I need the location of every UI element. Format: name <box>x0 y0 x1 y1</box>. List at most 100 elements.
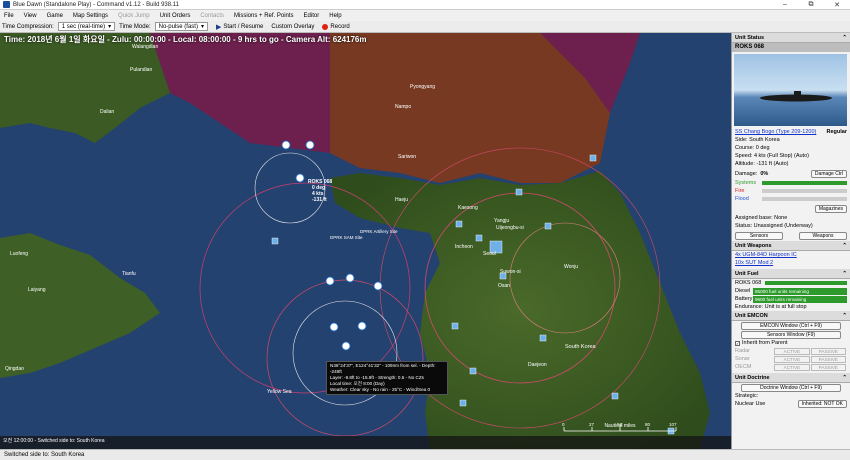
facility-marker[interactable] <box>544 222 552 230</box>
maximize-button[interactable]: ⧉ <box>798 1 824 9</box>
side-row: Side: South Korea <box>735 137 780 143</box>
facility-marker[interactable] <box>271 237 279 245</box>
unit-marker[interactable] <box>357 321 367 331</box>
close-button[interactable]: ✕ <box>824 1 850 9</box>
menu-file[interactable]: File <box>4 13 14 19</box>
facility-marker[interactable] <box>455 220 463 228</box>
fire-label: Fire <box>735 188 745 194</box>
facility-marker[interactable] <box>515 188 523 196</box>
weapons-button[interactable]: Weapons <box>799 231 847 240</box>
facility-marker[interactable] <box>539 334 547 342</box>
unit-marker[interactable] <box>281 140 291 150</box>
custom-overlay-label: Custom Overlay <box>271 23 315 30</box>
diesel-label: Diesel <box>735 288 751 294</box>
unit-status-panel: Unit Status ⌃ ROKS 068 SS Chang Bogo (Ty… <box>731 33 850 449</box>
collapse-icon[interactable]: ⌃ <box>842 243 847 249</box>
window-title: Blue Dawn (Standalone Play) - Command v1… <box>13 1 179 8</box>
map-label-kaesong: Kaesong <box>458 205 478 211</box>
record-button[interactable]: Record <box>322 23 350 30</box>
message-log: 오전 12:00:00 - Switched side to: South Ko… <box>0 436 731 449</box>
unit-marker[interactable] <box>373 281 383 291</box>
emcon-passive[interactable]: PASSIVE <box>810 355 847 363</box>
unit-marker[interactable] <box>325 276 335 286</box>
weapon-link[interactable]: 10x SUT Mod 2 <box>735 260 773 266</box>
map-label-luofeng: Luofeng <box>10 251 28 257</box>
toolbar: Time Compression: 1 sec (real-time) ▾ Ti… <box>0 21 850 33</box>
section-unit-fuel[interactable]: Unit Fuel ⌃ <box>732 269 850 279</box>
inherit-checkbox[interactable]: ✓ <box>735 340 740 346</box>
facility-marker[interactable] <box>459 399 467 407</box>
section-unit-emcon[interactable]: Unit EMCON ⌃ <box>732 311 850 321</box>
magazines-button[interactable]: Magazines <box>814 204 847 213</box>
app-icon <box>3 1 10 8</box>
collapse-icon[interactable]: ⌃ <box>842 375 847 381</box>
menu-editor[interactable]: Editor <box>304 13 320 19</box>
sensors-button[interactable]: Sensors <box>735 231 783 240</box>
time-mode-select[interactable]: No-pulse (fast) ▾ <box>154 22 208 31</box>
submarine-image <box>760 91 832 102</box>
section-unit-status[interactable]: Unit Status ⌃ <box>732 33 850 43</box>
fuel-unit: ROKS 068 <box>735 280 762 286</box>
menu-map-settings[interactable]: Map Settings <box>73 13 108 19</box>
map-label-yellow-sea: Yellow Sea <box>267 389 292 395</box>
menu-unit-orders[interactable]: Unit Orders <box>160 13 191 19</box>
map-label-uijeongbu: Uijeongbu-si <box>496 225 524 231</box>
emcon-passive[interactable]: PASSIVE <box>810 347 847 355</box>
custom-overlay-button[interactable]: Custom Overlay <box>271 24 314 30</box>
sensors-window-button[interactable]: Sensors Window (F9) <box>741 330 841 339</box>
menu-game[interactable]: Game <box>47 13 63 19</box>
unit-marker[interactable] <box>305 140 315 150</box>
damage-ctrl-button[interactable]: Damage Ctrl <box>810 169 847 178</box>
time-compression-select[interactable]: 1 sec (real-time) ▾ <box>57 22 116 31</box>
emcon-window-button[interactable]: EMCON Window (Ctrl + F9) <box>741 321 841 330</box>
strategic-label: Strategic: <box>735 393 759 399</box>
menu-quick-jump[interactable]: Quick Jump <box>118 13 150 19</box>
collapse-icon[interactable]: ⌃ <box>842 271 847 277</box>
menu-missions[interactable]: Missions + Ref. Points <box>234 13 294 19</box>
facility-marker[interactable] <box>475 234 483 242</box>
map-label-qingdao: Qingdao <box>5 366 24 372</box>
fire-bar <box>762 189 847 193</box>
menu-contacts[interactable]: Contacts <box>200 13 224 19</box>
section-unit-doctrine[interactable]: Unit Doctrine ⌃ <box>732 373 850 383</box>
time-readout: Time: 2018년 6월 1일 화요일 - Zulu: 00:00:00 -… <box>4 35 367 44</box>
collapse-icon[interactable]: ⌃ <box>842 35 847 41</box>
tooltip-line: Weather: Clear sky - No rain - 25°C - Wi… <box>330 387 431 392</box>
battery-row: Battery 9600 fuel units remaining <box>732 295 850 303</box>
doctrine-window-button[interactable]: Doctrine Window (Ctrl + F9) <box>741 383 841 392</box>
collapse-icon[interactable]: ⌃ <box>842 313 847 319</box>
menu-help[interactable]: Help <box>329 13 341 19</box>
minimize-button[interactable]: – <box>772 1 798 9</box>
fuel-unit-row: ROKS 068 <box>732 279 850 287</box>
map-label-sariwon: Sariwon <box>398 154 416 160</box>
nuclear-value[interactable]: Inherited: NOT OK <box>797 400 847 408</box>
menu-view[interactable]: View <box>24 13 37 19</box>
emcon-active[interactable]: ACTIVE <box>774 347 810 355</box>
weapon-link[interactable]: 4x UGM-84D Harpoon IC <box>735 252 797 258</box>
tactical-map[interactable]: Walangdian Pulandian Dalian Pyongyang Na… <box>0 33 731 449</box>
sensors-window-row: Sensors Window (F9) <box>732 330 850 339</box>
emcon-active[interactable]: ACTIVE <box>774 355 810 363</box>
facility-marker[interactable] <box>611 392 619 400</box>
scale-bar: 0 27 53 80 107 <box>562 423 677 432</box>
start-resume-button[interactable]: ▶ Start / Resume <box>216 23 263 31</box>
record-label: Record <box>330 23 350 30</box>
systems-bar-fill <box>762 181 847 185</box>
endurance-row: Endurance: Unit is at full stop <box>735 304 807 310</box>
class-link[interactable]: SS Chang Bogo (Type 209-1200) <box>735 129 816 135</box>
emcon-active[interactable]: ACTIVE <box>774 363 810 371</box>
scale-tick: 53 <box>617 423 623 427</box>
unit-marker[interactable] <box>329 322 339 332</box>
assigned-base: Assigned base: None <box>735 215 788 221</box>
section-title: Unit Status <box>735 34 765 41</box>
inherit-label: Inherit from Parent <box>742 340 788 346</box>
facility-marker[interactable] <box>451 322 459 330</box>
selected-unit-marker[interactable] <box>341 341 351 351</box>
emcon-passive[interactable]: PASSIVE <box>810 363 847 371</box>
unit-marker[interactable] <box>345 273 355 283</box>
facility-marker[interactable] <box>469 367 477 375</box>
section-title: Unit Doctrine <box>735 374 770 381</box>
facility-marker[interactable] <box>589 154 597 162</box>
unit-marker[interactable] <box>295 173 305 183</box>
section-unit-weapons[interactable]: Unit Weapons ⌃ <box>732 241 850 251</box>
